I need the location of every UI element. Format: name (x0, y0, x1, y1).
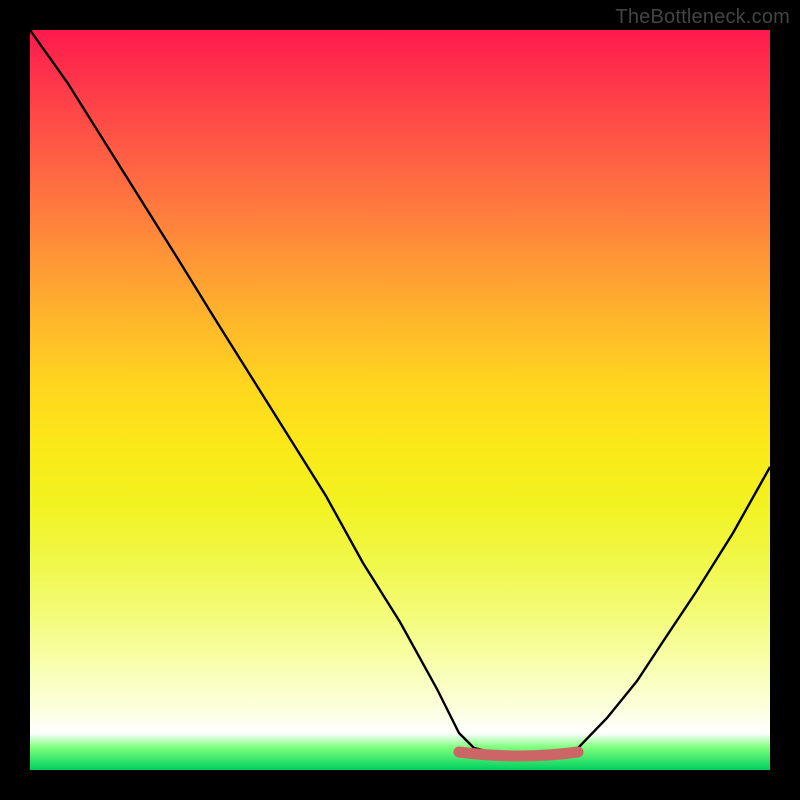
watermark-text: TheBottleneck.com (615, 6, 790, 29)
bottleneck-curve (30, 30, 770, 755)
flat-band-marker (459, 752, 578, 756)
plot-area (30, 30, 770, 770)
curve-svg (30, 30, 770, 770)
chart-container: TheBottleneck.com (0, 0, 800, 800)
